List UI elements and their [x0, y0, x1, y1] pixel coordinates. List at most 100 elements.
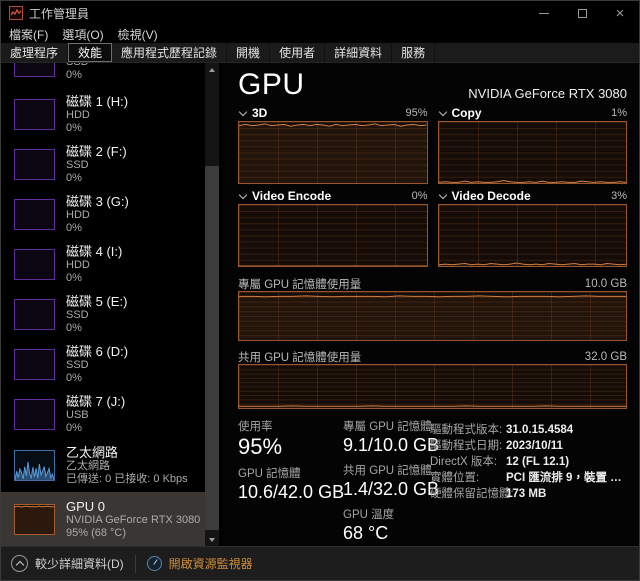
menu-options[interactable]: 選項(O) — [62, 26, 103, 43]
chart-label: 共用 GPU 記憶體使用量 — [238, 349, 361, 365]
disk-mini-chart — [14, 299, 55, 330]
dedicated-memory-header: 專屬 GPU 記憶體使用量 10.0 GB — [238, 276, 627, 291]
sidebar-item-disk-3[interactable]: 磁碟 3 (G:) HDD 0% — [1, 189, 206, 239]
fewer-details-button[interactable]: 較少詳細資料(D) — [35, 555, 124, 572]
disk-mini-chart — [14, 199, 55, 230]
tab-details[interactable]: 詳細資料 — [325, 43, 392, 62]
sidebar-item-disk-7[interactable]: 磁碟 7 (J:) USB 0% — [1, 389, 206, 439]
stat-value-physical-location: PCI 匯流排 9，裝置 0，函… — [506, 470, 627, 486]
sidebar-item-title: 磁碟 3 (G:) — [66, 194, 129, 209]
menu-view[interactable]: 檢視(V) — [118, 26, 158, 43]
chart-value: 0% — [412, 190, 428, 202]
stat-value-gpu-memory: 10.6/42.0 GB — [238, 481, 343, 504]
sidebar-item-disk-1[interactable]: 磁碟 1 (H:) HDD 0% — [1, 89, 206, 139]
chart-header-video-encode[interactable]: Video Encode 0% — [238, 188, 428, 204]
sidebar-item-title: 磁碟 4 (I:) — [66, 244, 122, 259]
sidebar-item-title: 磁碟 1 (H:) — [66, 94, 128, 109]
tab-services[interactable]: 服務 — [392, 43, 435, 62]
resource-monitor-icon — [147, 556, 162, 571]
performance-content: SSD 0% 磁碟 1 (H:) HDD 0% — [1, 63, 639, 546]
chart-header-copy[interactable]: Copy 1% — [438, 105, 628, 121]
tab-users[interactable]: 使用者 — [270, 43, 325, 62]
chart-value: 3% — [611, 190, 627, 202]
tab-app-history[interactable]: 應用程式歷程記錄 — [112, 43, 227, 62]
chart-label: 專屬 GPU 記憶體使用量 — [238, 276, 361, 292]
chart-header-3d[interactable]: 3D 95% — [238, 105, 428, 121]
menu-file[interactable]: 檔案(F) — [9, 26, 48, 43]
stat-label-driver-date: 驅動程式日期: — [430, 438, 506, 454]
stat-value-driver-version: 31.0.15.4584 — [506, 422, 573, 438]
stats-column-3: 驅動程式版本: 31.0.15.4584 驅動程式日期: 2023/10/11 … — [430, 420, 627, 552]
stat-label-gpu-memory: GPU 記憶體 — [238, 467, 343, 481]
sidebar-item-title: 磁碟 5 (E:) — [66, 294, 127, 309]
chevron-down-icon — [438, 109, 447, 118]
close-button[interactable]: × — [601, 1, 639, 25]
sidebar-item-type: SSD — [66, 359, 128, 372]
task-manager-icon — [9, 6, 23, 20]
page-title: GPU — [238, 69, 305, 101]
chart-value: 1% — [611, 107, 627, 119]
dedicated-memory-section: 專屬 GPU 記憶體使用量 10.0 GB — [238, 276, 627, 341]
sidebar-item-gpu-0[interactable]: GPU 0 NVIDIA GeForce RTX 3080 95% (68 °C… — [1, 492, 206, 546]
sidebar-item-usage: 0% — [66, 122, 128, 135]
disk-mini-chart — [14, 249, 55, 280]
chart-max-value: 32.0 GB — [585, 351, 627, 363]
stat-value-utilization: 95% — [238, 434, 343, 460]
maximize-icon — [578, 9, 587, 18]
sidebar-item-type: SSD — [66, 63, 89, 69]
sidebar-scrollbar[interactable] — [205, 63, 219, 546]
status-bar: 較少詳細資料(D) 開啟資源監視器 — [1, 546, 639, 580]
sidebar-item-title: GPU 0 — [66, 499, 200, 514]
stat-value-directx-version: 12 (FL 12.1) — [506, 454, 569, 470]
stat-value-dedicated-memory: 9.1/10.0 GB — [343, 434, 430, 457]
open-resource-monitor-link[interactable]: 開啟資源監視器 — [169, 555, 253, 572]
stat-label-utilization: 使用率 — [238, 420, 343, 434]
sidebar-item-usage: 0% — [66, 222, 129, 235]
stat-label-gpu-temperature: GPU 溫度 — [343, 508, 430, 522]
gpu-panel: GPU NVIDIA GeForce RTX 3080 3D 95% — [223, 63, 639, 546]
sidebar-item-disk-4[interactable]: 磁碟 4 (I:) HDD 0% — [1, 239, 206, 289]
chart-header-video-decode[interactable]: Video Decode 3% — [438, 188, 628, 204]
stat-value-hw-reserved-memory: 173 MB — [506, 486, 546, 502]
stats-column-2: 專屬 GPU 記憶體 9.1/10.0 GB 共用 GPU 記憶體 1.4/32… — [343, 420, 430, 552]
stat-label-directx-version: DirectX 版本: — [430, 454, 506, 470]
title-bar: 工作管理員 × — [1, 1, 639, 25]
sidebar-item-usage: 0% — [66, 322, 127, 335]
sidebar-item-type: USB — [66, 409, 125, 422]
scrollbar-thumb[interactable] — [205, 166, 219, 530]
tab-strip: 處理程序 效能 應用程式歷程記錄 開機 使用者 詳細資料 服務 — [1, 43, 639, 63]
sidebar-item-usage: 0% — [66, 172, 127, 185]
tab-startup[interactable]: 開機 — [227, 43, 270, 62]
chart-shared-memory — [238, 364, 627, 409]
ethernet-mini-chart — [14, 450, 55, 481]
sidebar-item-disk-6[interactable]: 磁碟 6 (D:) SSD 0% — [1, 339, 206, 389]
scroll-down-arrow[interactable] — [205, 533, 219, 546]
performance-sidebar: SSD 0% 磁碟 1 (H:) HDD 0% — [1, 63, 223, 546]
gpu-device-name: NVIDIA GeForce RTX 3080 — [468, 86, 627, 101]
maximize-button[interactable] — [563, 1, 601, 25]
stat-value-shared-memory: 1.4/32.0 GB — [343, 478, 430, 501]
minimize-icon — [539, 13, 549, 14]
minimize-button[interactable] — [525, 1, 563, 25]
disk-mini-chart — [14, 99, 55, 130]
tab-performance[interactable]: 效能 — [68, 43, 112, 62]
sidebar-item-type: SSD — [66, 159, 127, 172]
gpu-stats: 使用率 95% GPU 記憶體 10.6/42.0 GB 專屬 GPU 記憶體 … — [238, 420, 627, 552]
chart-label: Video Decode — [452, 189, 531, 203]
chart-label: Video Encode — [252, 189, 331, 203]
sidebar-item-title: 磁碟 7 (J:) — [66, 394, 125, 409]
sidebar-item-disk-2[interactable]: 磁碟 2 (F:) SSD 0% — [1, 139, 206, 189]
sidebar-item-disk-0-clipped[interactable]: SSD 0% — [1, 63, 206, 89]
sidebar-item-disk-5[interactable]: 磁碟 5 (E:) SSD 0% — [1, 289, 206, 339]
chevron-down-icon — [438, 192, 447, 201]
tab-processes[interactable]: 處理程序 — [1, 43, 68, 62]
sidebar-item-type: SSD — [66, 309, 127, 322]
stat-label-physical-location: 實體位置: — [430, 470, 506, 486]
shared-memory-header: 共用 GPU 記憶體使用量 32.0 GB — [238, 349, 627, 364]
scroll-up-arrow[interactable] — [205, 63, 219, 76]
sidebar-item-ethernet[interactable]: 乙太網路 乙太網路 已傳送: 0 已接收: 0 Kbps — [1, 439, 206, 492]
stat-label-hw-reserved-memory: 硬體保留記憶體: — [430, 486, 506, 502]
sidebar-item-title: 乙太網路 — [66, 445, 188, 460]
stat-value-gpu-temperature: 68 °C — [343, 522, 430, 545]
window-title: 工作管理員 — [29, 5, 89, 22]
